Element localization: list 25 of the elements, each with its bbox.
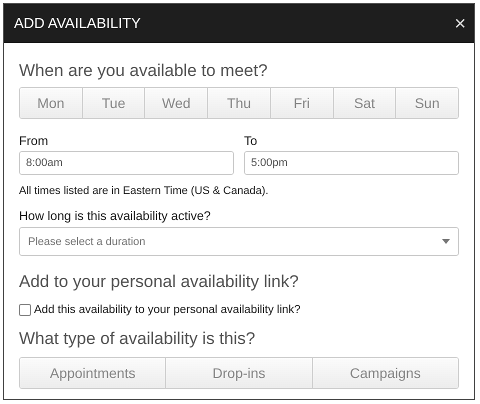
section-heading: What type of availability is this? <box>19 329 256 349</box>
to-time-field[interactable]: 5:00pm <box>244 151 459 175</box>
close-button[interactable]: × <box>454 14 466 34</box>
field-label: To <box>244 134 258 148</box>
type-toggle[interactable]: Campaigns <box>312 358 458 388</box>
duration-select[interactable]: Please select a duration <box>19 227 459 256</box>
from-time-field[interactable]: 8:00am <box>19 151 234 175</box>
caret-icon <box>442 239 450 244</box>
section-heading: Add to your personal availability link? <box>19 272 300 292</box>
type-toggle[interactable]: Appointments <box>20 358 166 388</box>
section-heading: When are you available to meet? <box>19 61 269 81</box>
day-toggle[interactable]: Fri <box>270 88 334 118</box>
day-toggle[interactable]: Sat <box>334 88 396 118</box>
day-toggle[interactable]: Tue <box>82 88 146 118</box>
checkbox[interactable] <box>19 304 31 316</box>
timezone-note: All times listed are in Eastern Time (US & Canada). <box>19 185 270 197</box>
field-label: How long is this availability active? <box>19 209 212 223</box>
day-toggle[interactable]: Sun <box>396 88 458 118</box>
day-toggle[interactable]: Mon <box>20 88 83 118</box>
day-toggle[interactable]: Thu <box>208 88 271 118</box>
field-label: From <box>19 134 50 148</box>
type-toggle[interactable]: Drop-ins <box>166 358 313 388</box>
checkbox-label: Add this availability to your personal availability link? <box>34 304 301 316</box>
dialog-title: ADD AVAILABILITY <box>14 16 141 32</box>
day-toggle[interactable]: Wed <box>145 88 208 118</box>
